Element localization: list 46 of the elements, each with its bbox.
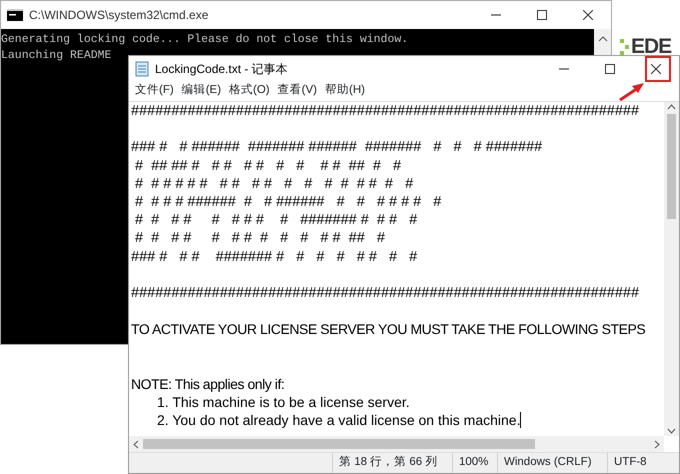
close-icon [651,64,661,74]
ascii-art-line: ### # # # ####### # # # # # # # # [131,248,418,264]
text-line: 2. You do not already have a valid license on this machine. [157,412,520,428]
ascii-art-line: # # # # # # # # # # # # # # # # # # [134,176,414,192]
status-text: UTF-8 [614,455,647,470]
notepad-icon [135,60,149,76]
text-line: TO ACTIVATE YOUR LICENSE SERVER YOU MUST TAKE THE FOLLOWING STEPS [131,321,646,338]
menu-item[interactable]: 编辑(E) [178,82,226,100]
scrollbar[interactable] [594,29,611,55]
console-icon [7,9,23,21]
vertical-scrollbar[interactable] [664,102,679,436]
ascii-art-line: ############################################################### [131,103,640,119]
console-line: Launching README [1,48,112,64]
ascii-art-line: # ## ## # # # # # # # # # ## # # [134,158,402,174]
window-title: C:\WINDOWS\system32\cmd.exe [29,7,208,24]
ascii-art-line: ### # # ###### ####### ###### ####### # # # ####### [131,139,542,156]
maximize-icon [605,64,615,74]
close-icon [583,10,593,20]
scroll-up-icon[interactable] [598,35,608,43]
logo-text: EDE [631,36,672,57]
status-text: Windows (CRLF) [504,455,592,470]
menu-item[interactable]: 查看(V) [274,82,321,100]
text-line: 1. This machine is to be a license server. [157,394,410,410]
status-text: 100% [459,455,488,470]
scroll-down-icon[interactable] [667,428,676,434]
text-line: NOTE: This applies only if: [131,376,284,392]
scroll-up-icon[interactable] [667,104,676,110]
scrollbar-thumb[interactable] [143,439,535,449]
annotation-arrow [619,83,644,102]
scroll-right-icon[interactable] [654,440,660,448]
scroll-left-icon[interactable] [133,440,139,448]
ascii-art-line: # # # # # # # # # # # # ## # [134,230,385,246]
highlight-box [645,56,671,82]
status-text: 第 18 行，第 66 列 [339,454,438,470]
maximize-icon [537,10,547,20]
horizontal-scrollbar[interactable] [129,436,664,452]
ascii-art-line: ############################################################### [131,284,640,301]
ascii-art-line: # # # # ###### # # ###### # # # # # # # [134,194,442,210]
menu-item[interactable]: 帮助(H) [320,82,369,100]
window-title: LockingCode.txt - 记事本 [155,60,288,78]
ascii-art-line: # # # # # # # # # ####### # # # # [134,212,418,228]
console-line: Generating locking code... Please do not close this window. [1,32,410,48]
menu-item[interactable]: 格式(O) [225,82,274,100]
scrollbar-thumb[interactable] [667,114,676,219]
menu-item[interactable]: 文件(F) [131,82,178,100]
logo-dots-icon [620,38,629,54]
